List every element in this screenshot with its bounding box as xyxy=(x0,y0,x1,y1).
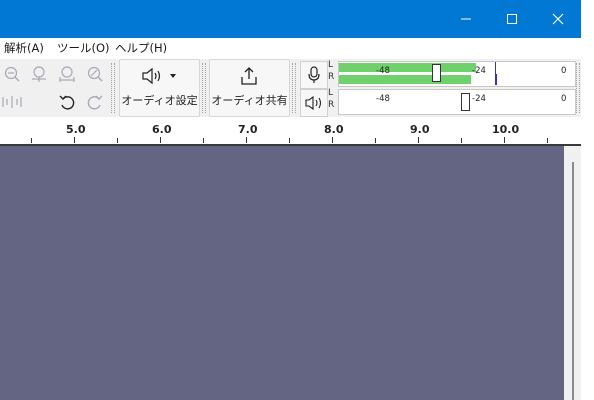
zoom-toggle-icon xyxy=(87,66,103,82)
record-tick-48: -48 xyxy=(376,66,390,76)
toolbar-grip[interactable] xyxy=(292,63,296,113)
vertical-scrollbar[interactable] xyxy=(564,146,581,400)
scrollbar-thumb[interactable] xyxy=(572,162,574,400)
menu-help[interactable]: ヘルプ(H) xyxy=(115,40,167,56)
playback-volume-slider[interactable] xyxy=(461,93,470,111)
audio-setup-label: オーディオ設定 xyxy=(121,94,198,107)
record-volume-slider[interactable] xyxy=(432,64,441,82)
fit-selection-button[interactable] xyxy=(26,61,52,87)
minimize-icon xyxy=(461,18,471,20)
minimize-button[interactable] xyxy=(443,0,489,38)
ruler-minor-tick xyxy=(31,138,32,143)
ruler-major-tick xyxy=(504,137,505,143)
ruler-label: 9.0 xyxy=(410,123,430,136)
toolbar-grip[interactable] xyxy=(202,63,206,113)
record-tick-24: -24 xyxy=(472,66,486,76)
record-tick-0: 0 xyxy=(561,66,567,76)
maximize-icon xyxy=(507,14,517,24)
close-icon xyxy=(552,13,564,25)
record-level-right xyxy=(339,75,471,84)
playback-meter-channel-l: L xyxy=(328,88,334,98)
window-edge xyxy=(581,0,594,400)
title-bar xyxy=(0,0,581,38)
zoom-out-icon xyxy=(4,66,20,82)
record-meter-button[interactable] xyxy=(300,61,328,89)
playback-meter-channel-r: R xyxy=(328,100,335,110)
menu-bar: 解析(A) ツール(O) ヘルプ(H) xyxy=(0,38,581,60)
ruler-minor-tick xyxy=(461,138,462,143)
speaker-icon xyxy=(142,67,176,85)
close-button[interactable] xyxy=(535,0,581,38)
share-icon xyxy=(241,67,257,85)
record-meter[interactable]: -48 -24 0 xyxy=(338,61,576,87)
ruler-minor-tick xyxy=(375,138,376,143)
ruler-major-tick xyxy=(332,137,333,143)
record-meter-channel-r: R xyxy=(328,72,335,82)
ruler-label: 7.0 xyxy=(238,123,258,136)
speaker-dropdown xyxy=(138,66,182,86)
record-peak-right xyxy=(495,74,497,85)
fit-selection-icon xyxy=(32,66,46,82)
ruler-minor-tick xyxy=(117,138,118,143)
audio-setup-button[interactable]: オーディオ設定 xyxy=(119,59,200,117)
ruler-minor-tick xyxy=(547,138,548,143)
ruler-label: 5.0 xyxy=(66,123,86,136)
timeline-ruler[interactable]: 5.0 6.0 7.0 8.0 9.0 10.0 xyxy=(0,117,581,146)
menu-analyze[interactable]: 解析(A) xyxy=(4,40,44,56)
ruler-major-tick xyxy=(418,137,419,143)
maximize-button[interactable] xyxy=(489,0,535,38)
undo-button[interactable] xyxy=(54,89,80,115)
microphone-icon xyxy=(308,66,320,83)
ruler-label: 8.0 xyxy=(324,123,344,136)
track-area[interactable] xyxy=(0,146,564,400)
fit-project-button[interactable] xyxy=(54,61,80,87)
share-icon-wrap xyxy=(238,65,260,87)
record-peak-left xyxy=(495,62,496,74)
share-audio-label: オーディオ共有 xyxy=(211,94,288,107)
ruler-label: 6.0 xyxy=(152,123,172,136)
playback-tick-48: -48 xyxy=(376,94,390,104)
playback-tick-0: 0 xyxy=(561,94,567,104)
playback-speaker-icon xyxy=(305,95,322,111)
share-audio-button[interactable]: オーディオ共有 xyxy=(209,59,290,117)
playback-tick-24: -24 xyxy=(472,94,486,104)
ruler-major-tick xyxy=(246,137,247,143)
playback-meter-button[interactable] xyxy=(300,89,328,117)
record-level-left xyxy=(339,63,476,72)
ruler-major-tick xyxy=(74,137,75,143)
zoom-toggle-button[interactable] xyxy=(82,61,108,87)
ruler-label: 10.0 xyxy=(492,123,520,136)
trim-icon xyxy=(2,96,22,108)
redo-icon xyxy=(87,95,103,110)
ruler-major-tick xyxy=(160,137,161,143)
toolbar-grip[interactable] xyxy=(111,63,115,113)
trim-button[interactable] xyxy=(0,89,24,115)
playback-meter[interactable]: -48 -24 0 xyxy=(338,89,576,115)
undo-icon xyxy=(59,95,75,110)
ruler-minor-tick xyxy=(289,138,290,143)
zoom-out-button[interactable] xyxy=(0,61,24,87)
fit-project-icon xyxy=(59,66,75,82)
redo-button[interactable] xyxy=(82,89,108,115)
toolbar-grip[interactable] xyxy=(576,63,580,113)
ruler-minor-tick xyxy=(203,138,204,143)
toolbar: オーディオ設定 オーディオ共有 L R -48 -24 0 L R -48 -2… xyxy=(0,59,581,118)
record-meter-channel-l: L xyxy=(328,60,334,70)
menu-tools[interactable]: ツール(O) xyxy=(57,40,110,56)
